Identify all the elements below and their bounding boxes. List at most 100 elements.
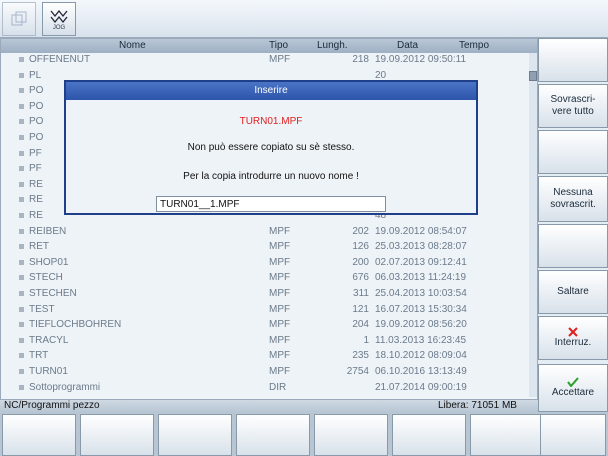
file-row[interactable]: OFFENENUT MPF 218 19.09.2012 09:50:11	[1, 54, 529, 65]
file-length: 202	[352, 225, 369, 237]
file-name: PO	[29, 132, 44, 143]
file-name: PF	[29, 163, 42, 175]
file-type: MPF	[269, 366, 291, 377]
col-type[interactable]: Tipo	[269, 40, 288, 51]
file-icon	[19, 57, 24, 62]
file-name: TRT	[29, 350, 49, 362]
cancel-x-icon	[568, 327, 578, 337]
file-datetime: 19.09.2012 09:50:11	[375, 54, 467, 65]
overwrite-all-button[interactable]: Sovrascri- vere tutto	[538, 84, 608, 128]
file-name: PO	[29, 85, 44, 97]
file-length: 218	[352, 54, 369, 65]
file-name: STECHEN	[29, 288, 77, 299]
file-name: OFFENENUT	[29, 54, 91, 65]
softkey-bottom-4[interactable]	[236, 414, 310, 456]
folder-icon	[19, 384, 24, 390]
softkey-bottom-3[interactable]	[158, 414, 232, 456]
file-row[interactable]: STECHEN MPF 311 25.04.2013 10:03:54	[1, 288, 529, 299]
file-type: MPF	[269, 334, 291, 346]
file-row[interactable]: TRACYL MPF 1 11.03.2013 16:23:45	[1, 335, 529, 346]
col-name[interactable]: Nome	[119, 40, 146, 51]
softkey-bottom-5[interactable]	[314, 414, 388, 456]
skip-button[interactable]: Saltare	[538, 270, 608, 314]
softkey-right-3[interactable]	[538, 130, 608, 174]
file-length: 311	[353, 288, 369, 299]
file-datetime: 21.07.2014 09:00:19	[375, 381, 467, 393]
new-name-input[interactable]	[156, 196, 386, 212]
column-header: Nome Tipo Lungh. Data Tempo	[1, 39, 537, 53]
jog-mode-button[interactable]: JOG	[42, 2, 76, 36]
file-datetime: 06.10.2016 13:13:49	[375, 366, 467, 377]
free-space: Libera: 71051 MB	[438, 400, 517, 411]
col-date[interactable]: Data	[397, 40, 418, 51]
file-datetime: 19.09.2012 08:56:20	[375, 319, 467, 331]
file-length: 235	[352, 350, 369, 362]
no-overwrite-button[interactable]: Nessuna sovrascrit.	[538, 176, 608, 222]
file-row[interactable]: REIBEN MPF 202 19.09.2012 08:54:07	[1, 226, 529, 237]
softkey-right-1[interactable]	[538, 38, 608, 82]
dialog-title: Inserire	[66, 82, 476, 100]
file-name: PO	[29, 116, 44, 128]
insert-dialog: Inserire TURN01.MPF Non può essere copia…	[64, 80, 478, 215]
file-type: MPF	[269, 256, 291, 268]
softkey-label: vere tutto	[552, 106, 594, 117]
file-length: 676	[352, 272, 369, 284]
file-type: MPF	[269, 225, 291, 237]
machine-area-button[interactable]	[2, 2, 36, 36]
softkey-label: Accettare	[551, 387, 595, 398]
file-type: MPF	[269, 303, 291, 315]
file-name: RE	[29, 178, 43, 190]
file-datetime: 16.07.2013 15:30:34	[375, 303, 467, 315]
file-type: MPF	[269, 350, 291, 362]
softkey-bottom-7[interactable]	[470, 414, 544, 456]
file-icon	[19, 306, 24, 312]
scrollbar-thumb[interactable]	[529, 71, 537, 81]
file-length: 204	[352, 319, 369, 331]
file-row[interactable]: STECH MPF 676 06.03.2013 11:24:19	[1, 272, 529, 283]
file-icon	[19, 119, 24, 125]
softkey-bottom-2[interactable]	[80, 414, 154, 456]
col-length[interactable]: Lungh.	[317, 40, 348, 51]
softkey-label: Interruz.	[554, 337, 592, 348]
file-row[interactable]: TRT MPF 235 18.10.2012 08:09:04	[1, 350, 529, 361]
jog-icon	[50, 9, 68, 23]
softkey-label: Sovrascri-	[550, 94, 596, 105]
file-row[interactable]: TIEFLOCHBOHREN MPF 204 19.09.2012 08:56:20	[1, 319, 529, 330]
file-length: 121	[352, 303, 369, 315]
checkmark-icon	[567, 377, 579, 387]
softkey-right-5[interactable]	[538, 224, 608, 268]
dialog-prompt: Per la copia introdurre un nuovo nome !	[183, 171, 359, 182]
file-type: MPF	[269, 319, 291, 331]
scrollbar[interactable]	[529, 53, 537, 397]
file-row[interactable]: TEST MPF 121 16.07.2013 15:30:34	[1, 304, 529, 315]
directory-row[interactable]: Sottoprogrammi DIR 21.07.2014 09:00:19	[1, 382, 529, 393]
file-icon	[19, 322, 24, 328]
file-length: 200	[352, 256, 369, 268]
file-name: TRACYL	[29, 334, 69, 346]
file-icon	[19, 275, 24, 281]
softkey-bottom-1[interactable]	[2, 414, 76, 456]
cancel-button[interactable]: Interruz.	[538, 316, 608, 360]
file-row[interactable]: SHOP01 MPF 200 02.07.2013 09:12:41	[1, 257, 529, 268]
file-name: TEST	[29, 303, 55, 315]
softkey-bottom-6[interactable]	[392, 414, 466, 456]
file-icon	[19, 72, 24, 78]
softkey-bottom-8[interactable]	[540, 414, 606, 456]
file-name: RET	[29, 241, 49, 253]
file-name: RE	[29, 194, 43, 206]
softkey-label: Saltare	[557, 286, 589, 297]
file-length: 2754	[346, 366, 369, 377]
file-datetime: 19.09.2012 08:54:07	[375, 225, 467, 237]
file-length: 126	[352, 241, 369, 253]
col-time[interactable]: Tempo	[459, 40, 489, 51]
accept-button[interactable]: Accettare	[538, 364, 608, 412]
file-row[interactable]: TURN01 MPF 2754 06.10.2016 13:13:49	[1, 366, 529, 377]
file-datetime: 11.03.2013 16:23:45	[375, 334, 467, 346]
file-row[interactable]: RET MPF 126 25.03.2013 08:28:07	[1, 241, 529, 252]
file-name: PL	[29, 69, 42, 81]
file-datetime: 25.03.2013 08:28:07	[375, 241, 467, 253]
file-icon	[19, 88, 24, 94]
softkey-label: sovrascrit.	[550, 199, 596, 210]
file-name: Sottoprogrammi	[29, 381, 101, 393]
window-stack-icon	[11, 11, 27, 26]
